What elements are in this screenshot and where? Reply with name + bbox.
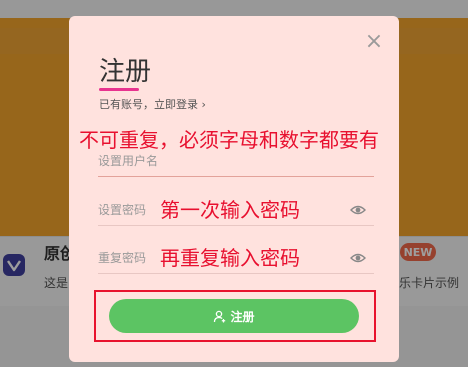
submit-highlight-box: 注册 [94, 290, 376, 342]
eye-icon[interactable] [350, 203, 366, 217]
eye-icon[interactable] [350, 251, 366, 265]
confirm-annotation: 再重复输入密码 [160, 246, 300, 270]
register-modal: × 注册 已有账号，立即登录 › 不可重复，必须字母和数字都要有 第一次输入密码… [69, 16, 399, 362]
register-button[interactable]: 注册 [109, 299, 359, 333]
modal-title: 注册 [99, 57, 152, 87]
title-underline [99, 88, 139, 91]
username-input[interactable] [98, 145, 374, 176]
close-icon[interactable]: × [364, 31, 384, 53]
login-link[interactable]: 已有账号，立即登录 › [99, 96, 206, 112]
register-button-label: 注册 [230, 309, 255, 324]
user-add-icon [214, 310, 226, 322]
username-field[interactable] [98, 145, 374, 177]
password-annotation: 第一次输入密码 [160, 198, 300, 222]
